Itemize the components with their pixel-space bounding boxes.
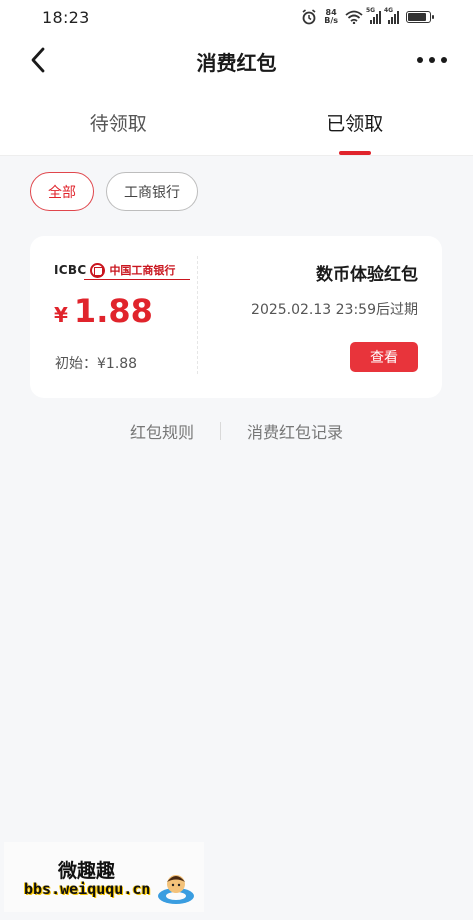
amount-value: 1.88 [73, 292, 153, 330]
nav-bar: 消费红包 [0, 34, 473, 88]
view-button[interactable]: 查看 [350, 342, 418, 372]
tab-bar: 待领取 已领取 [0, 88, 473, 156]
status-icons: 84 B/s 5G 4G [301, 7, 434, 25]
link-separator [220, 422, 221, 440]
currency-symbol: ¥ [54, 303, 68, 327]
net-speed: 84 B/s [324, 9, 338, 25]
footer-links: 红包规则 消费红包记录 [0, 416, 473, 446]
records-link[interactable]: 消费红包记录 [247, 419, 343, 443]
original-amount: 初始：¥1.88 [55, 356, 138, 372]
signal-5g-tag: 5G [366, 6, 376, 14]
battery-icon [406, 11, 434, 23]
card-amount-section: ICBC 中国工商银行 ¥ 1.88 初始：¥1.88 [30, 236, 197, 398]
more-dot-icon [441, 57, 447, 63]
more-dot-icon [417, 57, 423, 63]
filter-chip-all[interactable]: 全部 [30, 172, 94, 211]
chevron-left-icon [31, 47, 45, 73]
more-dot-icon [429, 57, 435, 63]
status-time: 18:23 [42, 7, 90, 27]
net-speed-unit: B/s [324, 16, 338, 25]
wifi-icon [345, 10, 363, 24]
packet-title: 数币体验红包 [316, 265, 418, 285]
bank-name: 中国工商银行 [109, 264, 176, 277]
tab-unclaimed[interactable]: 待领取 [0, 88, 237, 155]
red-packet-card[interactable]: ICBC 中国工商银行 ¥ 1.88 初始：¥1.88 数币体验红包 2025.… [30, 236, 442, 398]
card-info-section: 数币体验红包 2025.02.13 23:59后过期 [251, 236, 418, 319]
status-bar: 18:23 84 B/s 5G 4G [0, 0, 473, 34]
alarm-icon [302, 9, 316, 25]
icbc-logo-icon [90, 262, 106, 278]
watermark: 微趣趣 bbs.weiququ.cn [4, 842, 204, 912]
bank-logo: ICBC 中国工商银行 [54, 262, 175, 278]
tab-active-indicator [338, 151, 371, 155]
card-divider [197, 256, 198, 374]
tab-label: 已领取 [326, 113, 384, 135]
tab-claimed[interactable]: 已领取 [237, 88, 473, 155]
signal-5g-icon: 5G [366, 7, 381, 24]
filter-chips: 全部 工商银行 [30, 172, 198, 211]
signal-4g-tag: 4G [384, 6, 394, 14]
rules-link[interactable]: 红包规则 [130, 419, 194, 443]
tab-label: 待领取 [89, 113, 147, 135]
packet-amount: ¥ 1.88 [54, 292, 153, 330]
bank-abbr: ICBC [54, 263, 87, 277]
more-button[interactable] [417, 50, 447, 70]
back-button[interactable] [24, 46, 52, 74]
watermark-title: 微趣趣 [58, 860, 116, 882]
filter-chip-icbc[interactable]: 工商银行 [106, 172, 198, 211]
mascot-icon [158, 875, 194, 904]
packet-expiry: 2025.02.13 23:59后过期 [251, 302, 418, 318]
bank-logo-underline [84, 279, 190, 280]
page-title: 消费红包 [196, 50, 277, 75]
signal-4g-icon: 4G [384, 7, 399, 24]
watermark-url: bbs.weiququ.cn [24, 880, 151, 898]
